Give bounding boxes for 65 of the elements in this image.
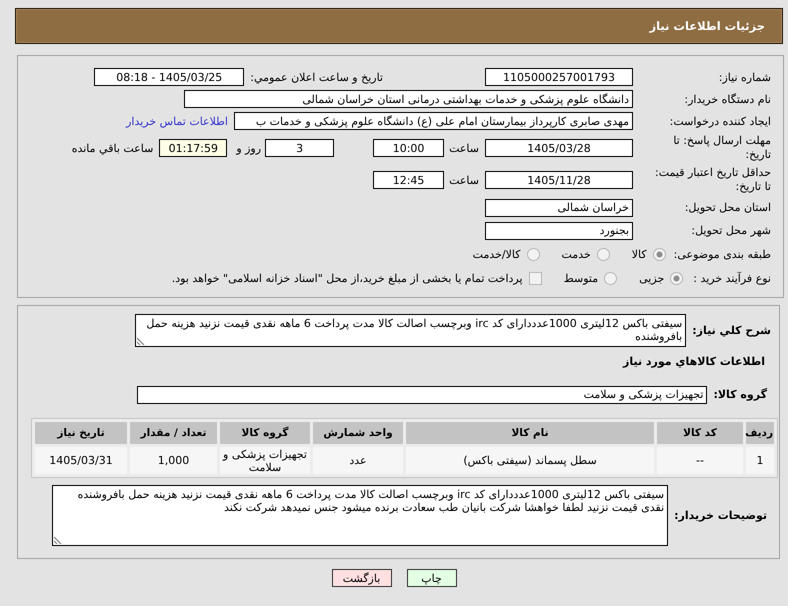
field-label: نوع فرآیند خرید : <box>693 272 772 284</box>
table-cell: عدد <box>313 447 403 474</box>
field-label: تاریخ و ساعت اعلان عمومي: <box>250 70 383 84</box>
column-header: ردیف <box>746 422 774 444</box>
checkbox-label: پرداخت تمام یا بخشی از مبلغ خرید،از محل "اسناد خزانه اسلامی" خواهد بود. <box>172 272 523 284</box>
radio-button[interactable] <box>604 272 618 284</box>
resize-grip-icon[interactable] <box>54 536 62 544</box>
table-cell: تجهیزات پزشکی و سلامت <box>220 447 310 474</box>
field-label: گروه کالا: <box>713 388 768 401</box>
column-header: تاریخ نیاز <box>35 422 127 444</box>
contact-link[interactable]: اطلاعات تماس خریدار <box>126 114 228 128</box>
field-label: طبقه بندی موضوعی: <box>674 248 772 260</box>
announcement-date-field[interactable]: 1405/03/25 - 08:18 <box>94 68 244 86</box>
table-cell: 1405/03/31 <box>35 447 127 474</box>
table-cell: 1 <box>746 447 774 474</box>
need-summary-field[interactable]: سیفتی باکس 12لیتری 1000عدددارای کد irc وبرچسب اصالت کالا مدت پرداخت 6 ماهه نقدی قیمت نزنید هزینه حمل بافروشنده <box>135 314 686 347</box>
time-field[interactable]: 10:00 <box>373 139 444 157</box>
time-label: ساعت <box>449 142 479 154</box>
column-header: کد کالا <box>657 422 743 444</box>
province-field[interactable]: خراسان شمالی <box>485 198 633 216</box>
days-label: روز و <box>236 142 262 154</box>
time-label: ساعت <box>449 174 479 186</box>
remaining-label: ساعت باقي مانده <box>72 142 154 154</box>
print-button[interactable]: چاپ <box>406 569 456 587</box>
remaining-time-field[interactable]: 01:17:59 <box>159 139 228 157</box>
table-cell: -- <box>657 447 743 474</box>
date-field[interactable]: 1405/03/28 <box>485 139 633 157</box>
field-label: شرح کلي نیاز: <box>692 324 772 337</box>
days-field[interactable]: 3 <box>265 139 334 157</box>
radio-button[interactable] <box>670 272 684 284</box>
checkbox[interactable] <box>528 272 542 284</box>
field-label: ایجاد کننده درخواست: <box>668 114 772 128</box>
requester-field[interactable]: مهدی صابری کارپرداز بیمارستان امام علی (ع) دانشگاه علوم پزشکی و خدمات ب <box>234 112 633 130</box>
field-label: شهر محل تحویل: <box>690 224 772 237</box>
radio-label: کالا <box>632 248 647 260</box>
field-label: نام دستگاه خریدار: <box>683 92 772 106</box>
date-field[interactable]: 1405/11/28 <box>485 171 633 189</box>
goods-group-field[interactable]: تجهیزات پزشکی و سلامت <box>137 386 708 404</box>
need-number-field[interactable]: 1105000257001793 <box>485 68 633 86</box>
column-header: گروه کالا <box>220 422 310 444</box>
resize-grip-icon[interactable] <box>137 337 145 345</box>
radio-button[interactable] <box>596 248 610 260</box>
radio-label: کالا/خدمت <box>472 248 520 260</box>
radio-button[interactable] <box>652 248 666 260</box>
radio-label: متوسط <box>564 272 598 284</box>
section-title: اطلاعات کالاهاي مورد نیاز <box>622 354 766 370</box>
field-label: شماره نیاز: <box>718 70 772 84</box>
page-title: جزئیات اطلاعات نیاز <box>649 19 765 33</box>
column-header: واحد شمارش <box>313 422 403 444</box>
radio-label: خدمت <box>562 248 591 260</box>
back-button[interactable]: بازگشت <box>332 569 392 587</box>
city-field[interactable]: بجنورد <box>485 222 633 240</box>
field-label: مهلت ارسال پاسخ: تا تاریخ: <box>672 134 772 162</box>
field-label: توضیحات خریدار: <box>674 509 768 522</box>
table-cell: 1,000 <box>130 447 217 474</box>
field-label: استان محل تحویل: <box>684 201 772 214</box>
radio-button[interactable] <box>526 248 540 260</box>
buyer-notes-field[interactable]: سیفتی باکس 12لیتری 1000عدددارای کد irc وبرچسب اصالت کالا مدت پرداخت 6 ماهه نقدی قیمت نزنید هزینه حمل بافروشنده نقدی قیمت نزنید لطفا خواهشا شرکت بانیان طب سعادت برنده میشود جنس نمیدهد شرکت نکند <box>52 485 668 546</box>
table-cell: سطل پسماند (سیفتی باکس) <box>406 447 654 474</box>
field-label: حداقل تاریخ اعتبار قیمت: تا تاریخ: <box>654 166 772 194</box>
radio-label: جزیی <box>639 272 664 284</box>
time-field[interactable]: 12:45 <box>373 171 444 189</box>
column-header: تعداد / مقدار <box>130 422 217 444</box>
column-header: نام کالا <box>406 422 654 444</box>
buyer-org-field[interactable]: دانشگاه علوم پزشکی و خدمات بهداشتی درمانی استان خراسان شمالی <box>184 90 633 108</box>
